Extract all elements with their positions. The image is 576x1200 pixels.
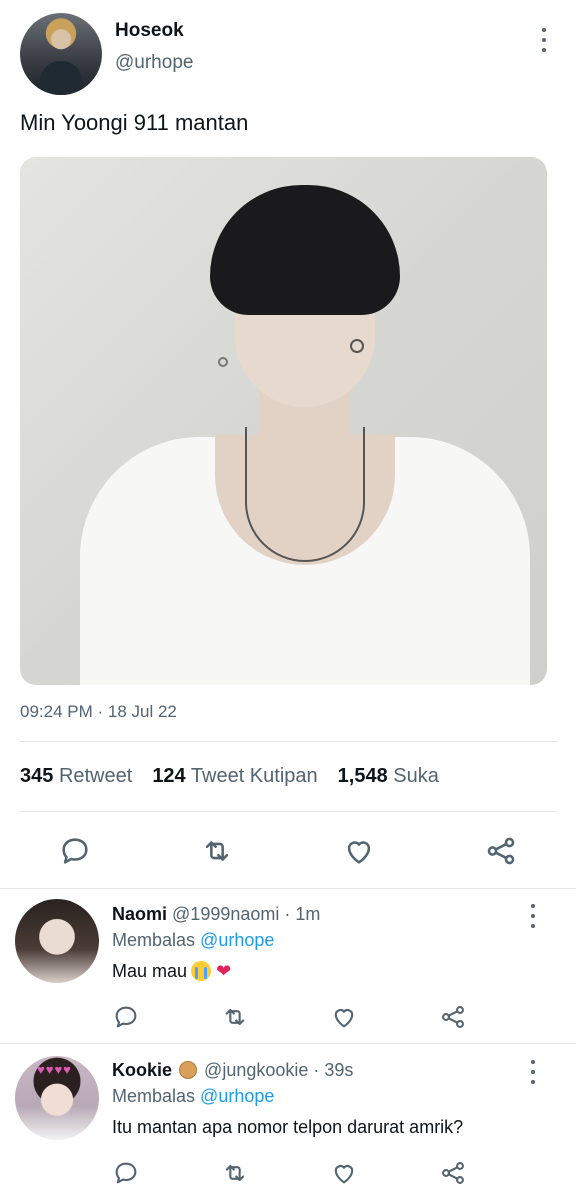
share-icon[interactable] <box>439 1003 467 1031</box>
retweet-stat[interactable]: 345 Retweet <box>20 765 132 788</box>
heart-icon[interactable] <box>330 1159 358 1187</box>
author-avatar[interactable] <box>20 13 102 95</box>
reply-time: · 39s <box>313 1060 354 1080</box>
reply-author-name[interactable]: Naomi <box>112 904 167 924</box>
quote-count: 124 <box>152 765 186 787</box>
tweet-media-photo[interactable] <box>20 157 547 685</box>
more-vertical-icon[interactable] <box>534 28 554 52</box>
replying-mention[interactable]: @urhope <box>200 1086 274 1106</box>
like-stat[interactable]: 1,548 Suka <box>338 765 439 788</box>
replying-to-line: Membalas @urhope <box>112 1086 274 1107</box>
avatar[interactable]: ♥♥♥♥ <box>15 1056 99 1140</box>
reply-author-line: Naomi @1999naomi · 1m <box>112 904 320 925</box>
heart-icon[interactable] <box>342 834 376 868</box>
share-icon[interactable] <box>484 834 518 868</box>
reply-author-line: Kookie @jungkookie · 39s <box>112 1060 353 1081</box>
tweet-header: Hoseok @urhope <box>0 0 576 100</box>
tweet-text: Min Yoongi 911 mantan <box>20 110 249 135</box>
tweet-stats: 345 Retweet 124 Tweet Kutipan 1,548 Suka <box>20 765 459 788</box>
reply-icon[interactable] <box>112 1159 140 1187</box>
heart-icon[interactable] <box>330 1003 358 1031</box>
like-count: 1,548 <box>337 765 388 787</box>
divider <box>20 811 557 812</box>
author-handle[interactable]: @urhope <box>115 52 193 74</box>
divider <box>20 741 557 742</box>
tweet-timestamp[interactable]: 09:24 PM · 18 Jul 22 <box>20 702 177 722</box>
heart-filter-icon: ♥♥♥♥ <box>37 1062 72 1077</box>
replying-label: Membalas <box>112 930 196 950</box>
retweet-count: 345 <box>20 765 54 787</box>
reply-text: Itu mantan apa nomor telpon darurat amri… <box>112 1117 464 1137</box>
red-heart-icon: ❤ <box>216 961 232 981</box>
quote-label: Tweet Kutipan <box>190 765 318 787</box>
retweet-label: Retweet <box>58 765 133 787</box>
retweet-icon[interactable] <box>221 1159 249 1187</box>
retweet-icon[interactable] <box>221 1003 249 1031</box>
reply-time: · 1m <box>284 904 321 924</box>
quote-stat[interactable]: 124 Tweet Kutipan <box>152 765 317 788</box>
reply-text-content: Mau mau <box>112 961 188 981</box>
reply-author-name[interactable]: Kookie <box>112 1060 172 1080</box>
more-vertical-icon[interactable] <box>523 1060 543 1084</box>
reply-text: Mau mau ❤ <box>112 961 231 982</box>
more-vertical-icon[interactable] <box>523 904 543 928</box>
reply-item[interactable]: ♥♥♥♥ Kookie @jungkookie · 39s Membalas @… <box>0 1043 576 1200</box>
reply-icon[interactable] <box>58 834 92 868</box>
cookie-icon <box>179 1061 198 1079</box>
tweet-action-bar <box>0 826 576 876</box>
replying-to-line: Membalas @urhope <box>112 930 274 951</box>
reply-author-handle[interactable]: @1999naomi <box>172 904 279 924</box>
share-icon[interactable] <box>439 1159 467 1187</box>
crying-face-icon <box>191 961 212 981</box>
retweet-icon[interactable] <box>200 834 234 868</box>
replying-label: Membalas <box>112 1086 196 1106</box>
avatar[interactable] <box>15 899 99 983</box>
reply-icon[interactable] <box>112 1003 140 1031</box>
reply-item[interactable]: Naomi @1999naomi · 1m Membalas @urhope M… <box>0 888 576 1043</box>
like-label: Suka <box>393 765 439 787</box>
replying-mention[interactable]: @urhope <box>200 930 274 950</box>
reply-author-handle[interactable]: @jungkookie <box>204 1060 308 1080</box>
author-name[interactable]: Hoseok <box>115 20 184 42</box>
